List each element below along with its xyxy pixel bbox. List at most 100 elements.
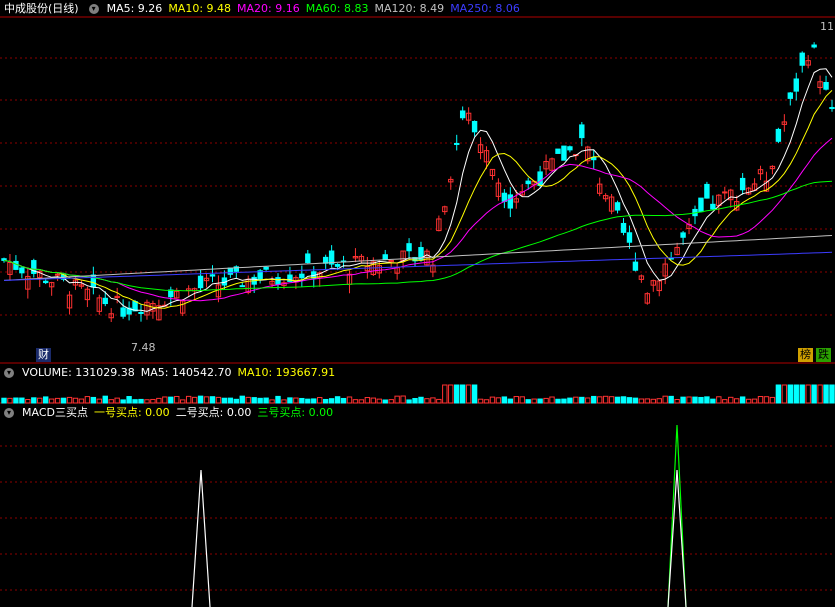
ma120-label: MA120: 8.49 bbox=[374, 2, 445, 15]
candle-body bbox=[722, 191, 728, 194]
candle-body bbox=[793, 78, 799, 92]
volume-bar bbox=[668, 395, 674, 404]
volume-bar bbox=[585, 397, 591, 404]
volume-bar bbox=[698, 396, 704, 404]
volume-bar bbox=[257, 397, 263, 404]
volume-bar bbox=[745, 398, 752, 404]
ma60-label: MA60: 8.83 bbox=[305, 2, 369, 15]
volume-bar bbox=[769, 396, 776, 404]
volume-bar bbox=[525, 399, 531, 404]
volume-bar bbox=[66, 396, 73, 404]
volume-bar bbox=[674, 399, 680, 404]
volume-bar bbox=[197, 395, 204, 404]
volume-bar bbox=[376, 398, 382, 404]
volume-bar bbox=[477, 398, 484, 404]
candle-body bbox=[90, 274, 97, 288]
volume-bar bbox=[174, 395, 180, 404]
low-price-label: 7.48 bbox=[131, 341, 156, 354]
volume-ma5-label: MA5: 140542.70 bbox=[140, 366, 232, 379]
candle-body bbox=[168, 289, 174, 298]
volume-bar bbox=[817, 384, 823, 404]
volume-bar bbox=[561, 398, 567, 404]
volume-bar bbox=[751, 398, 758, 404]
candle-body bbox=[13, 260, 19, 270]
volume-bar bbox=[763, 396, 770, 404]
volume-bar bbox=[626, 397, 633, 404]
volume-bar bbox=[531, 398, 537, 404]
candle-body bbox=[102, 297, 108, 305]
volume-bar bbox=[150, 398, 156, 404]
finance-tag[interactable]: 财 bbox=[36, 348, 51, 362]
volume-bar bbox=[102, 395, 108, 404]
volume-bar bbox=[793, 384, 799, 404]
volume-bar bbox=[263, 397, 269, 404]
volume-bar bbox=[739, 396, 746, 404]
volume-bar bbox=[596, 396, 603, 404]
volume-bar bbox=[293, 397, 299, 404]
volume-bar bbox=[108, 399, 114, 404]
ranking-tag[interactable]: 榜 bbox=[798, 348, 813, 362]
volume-bar bbox=[358, 399, 365, 404]
main-legend: 中成股份(日线) ▾ MA5: 9.26 MA10: 9.48 MA20: 9.… bbox=[0, 1, 520, 17]
volume-bar bbox=[620, 396, 627, 404]
candle-body bbox=[626, 232, 633, 243]
candle-body bbox=[704, 183, 710, 199]
volume-bar bbox=[317, 397, 323, 404]
macd-title: MACD三买点 bbox=[22, 406, 88, 419]
macd-collapse-icon[interactable]: ▾ bbox=[4, 408, 14, 418]
volume-bar bbox=[722, 399, 728, 404]
candle-body bbox=[19, 267, 25, 274]
volume-bar bbox=[781, 384, 788, 404]
volume-bar bbox=[180, 399, 186, 404]
volume-bar bbox=[424, 398, 430, 404]
volume-bar bbox=[442, 384, 448, 404]
volume-bar bbox=[78, 398, 85, 404]
volume-bar bbox=[567, 397, 573, 404]
macd-legend: ▾ MACD三买点 一号买点: 0.00 二号买点: 0.00 三号买点: 0.… bbox=[0, 405, 333, 421]
candle-body bbox=[823, 82, 829, 90]
candle-body bbox=[620, 222, 627, 233]
volume-bar bbox=[608, 396, 615, 404]
volume-bar bbox=[692, 396, 698, 404]
volume-bar bbox=[829, 384, 835, 404]
candle-body bbox=[454, 142, 460, 145]
volume-bar bbox=[519, 396, 525, 404]
volume-bar bbox=[495, 397, 502, 404]
volume-bar bbox=[114, 397, 120, 404]
volume-bar bbox=[686, 396, 692, 404]
candle-body bbox=[42, 280, 49, 284]
volume-bar bbox=[614, 396, 621, 404]
drop-tag[interactable]: 跌 bbox=[816, 348, 831, 362]
volume-bar bbox=[31, 397, 37, 404]
volume-bar bbox=[549, 396, 555, 404]
volume-bar bbox=[340, 397, 347, 404]
buy-signal-spike-green bbox=[667, 424, 687, 607]
candle-body bbox=[54, 273, 61, 276]
ma10-line bbox=[3, 90, 833, 309]
volume-bar bbox=[602, 395, 609, 404]
candle-body bbox=[799, 52, 805, 66]
candle-body bbox=[680, 232, 686, 238]
volume-bar bbox=[471, 384, 478, 404]
buy-point-1-label: 一号买点: 0.00 bbox=[93, 406, 170, 419]
volume-bar bbox=[42, 396, 49, 404]
volume-bar bbox=[680, 396, 686, 404]
volume-bar bbox=[430, 397, 436, 404]
volume-bar bbox=[537, 398, 543, 404]
volume-bar bbox=[483, 399, 490, 404]
volume-bar bbox=[716, 396, 722, 404]
volume-bar bbox=[757, 396, 764, 404]
volume-bar bbox=[591, 395, 597, 404]
volume-bar bbox=[25, 399, 31, 404]
candle-body bbox=[197, 275, 204, 289]
volume-bar bbox=[221, 397, 228, 404]
volume-bar bbox=[501, 396, 508, 404]
candle-body bbox=[567, 146, 573, 151]
volume-bar bbox=[305, 398, 311, 404]
candle-body bbox=[305, 253, 311, 264]
volume-collapse-icon[interactable]: ▾ bbox=[4, 368, 14, 378]
candle-body bbox=[787, 92, 794, 99]
main-collapse-icon[interactable]: ▾ bbox=[88, 4, 99, 14]
volume-bar bbox=[507, 398, 514, 404]
candle-body bbox=[382, 254, 388, 260]
